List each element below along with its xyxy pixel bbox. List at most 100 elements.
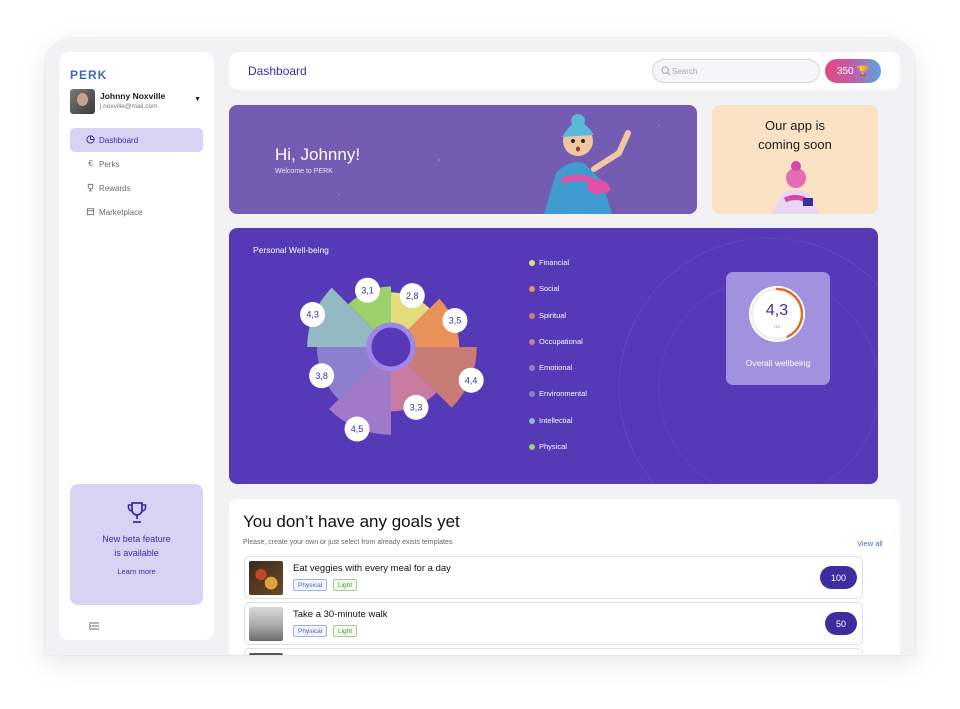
- search-icon: [661, 66, 671, 76]
- welcome-banner: Hi, Johnny! Welcome to PERK: [229, 105, 697, 214]
- sidebar-nav: Dashboard € Perks Rewards Marketplace: [70, 128, 203, 224]
- beta-title-line: New beta feature: [102, 534, 171, 544]
- search-input[interactable]: [672, 64, 812, 79]
- legend-label: Intellectial: [539, 415, 573, 425]
- goal-template-row[interactable]: Take a 30-minute walk Physical Light 50: [244, 602, 863, 645]
- legend-dot: [529, 365, 535, 372]
- tag-light: Light: [333, 625, 358, 637]
- chart-data-label-text: 3,5: [449, 316, 462, 326]
- hero-title: Hi, Johnny!: [275, 145, 361, 164]
- user-email: j.noxville@mail.com: [100, 103, 158, 110]
- euro-icon: €: [88, 159, 93, 168]
- legend-item-occupational: Occupational: [529, 337, 587, 363]
- legend-item-spiritual: Spiritual: [529, 311, 587, 337]
- tag-physical: Physical: [293, 579, 328, 591]
- goal-points-button[interactable]: 50: [825, 612, 857, 635]
- legend-label: Social: [539, 284, 560, 294]
- overall-score-max: /10: [773, 324, 781, 329]
- sidebar-item-label: Perks: [99, 159, 120, 169]
- legend-dot: [529, 338, 535, 345]
- goals-title: You don’t have any goals yet: [243, 512, 460, 531]
- legend-label: Occupational: [539, 336, 583, 346]
- avatar: [70, 89, 95, 114]
- trophy-icon: [85, 182, 96, 193]
- sidebar-item-label: Rewards: [99, 183, 131, 193]
- collapse-sidebar-icon[interactable]: [89, 622, 99, 630]
- points-badge[interactable]: 350 🏆: [825, 59, 881, 83]
- legend-dot: [529, 260, 535, 266]
- chart-legend: Financial Social Spiritual Occupational Emot…: [529, 258, 587, 468]
- sidebar-item-label: Dashboard: [99, 135, 139, 145]
- legend-item-environmental: Environmental: [529, 389, 587, 415]
- legend-label: Physical: [539, 442, 567, 452]
- app-logo[interactable]: PERK: [70, 68, 107, 82]
- legend-item-emotional: Emotional: [529, 363, 587, 389]
- top-bar: Dashboard 350 🏆: [229, 52, 900, 90]
- character-illustration: [772, 161, 819, 214]
- page-title: Dashboard: [248, 64, 307, 78]
- legend-label: Environmental: [539, 389, 587, 399]
- legend-dot: [529, 417, 535, 424]
- goals-section: You don’t have any goals yet Please, cre…: [229, 499, 900, 655]
- chart-center-hole: [366, 322, 416, 372]
- chart-data-label: 4,3: [300, 302, 326, 328]
- sidebar-item-label: Marketplace: [99, 207, 143, 217]
- legend-item-social: Social: [529, 284, 587, 310]
- legend-item-physical: Physical: [529, 442, 587, 468]
- legend-item-intellectial: Intellectial: [529, 416, 587, 442]
- pie-chart-icon: [85, 134, 96, 145]
- goal-template-row[interactable]: [244, 648, 863, 655]
- learn-more-link[interactable]: Learn more: [70, 567, 203, 576]
- chart-data-label: 3,1: [354, 277, 380, 303]
- beta-title-line: is available: [114, 548, 159, 558]
- trophy-icon: 🏆: [856, 65, 870, 77]
- chart-data-label-text: 3,1: [361, 285, 374, 295]
- beta-feature-card: New beta feature is available Learn more: [70, 484, 203, 605]
- chart-data-label: 4,5: [344, 416, 370, 442]
- chart-data-label-text: 2,8: [406, 291, 419, 301]
- points-value: 350: [836, 65, 854, 77]
- sidebar-item-perks[interactable]: € Perks: [70, 152, 203, 176]
- chart-data-label: 3,5: [442, 307, 468, 333]
- legend-label: Financial: [539, 258, 570, 267]
- veggies-photo: [249, 561, 283, 595]
- overall-score: 4,3: [765, 302, 789, 319]
- wellbeing-title: Personal Well-being: [253, 245, 329, 255]
- chart-data-label-text: 4,4: [465, 375, 478, 385]
- trophy-icon: [127, 502, 147, 523]
- chart-data-label: 3,8: [309, 363, 335, 389]
- caret-down-icon[interactable]: ▼: [194, 96, 201, 103]
- overall-label: Overall wellbeing: [745, 358, 811, 368]
- store-icon: [85, 206, 96, 217]
- sidebar-item-dashboard[interactable]: Dashboard: [70, 128, 203, 152]
- tag-physical: Physical: [293, 625, 328, 637]
- goal-photo: [249, 653, 283, 655]
- overall-wellbeing-card: 4,3 /10 Overall wellbeing: [726, 272, 830, 385]
- sidebar-item-marketplace[interactable]: Marketplace: [70, 200, 203, 224]
- wellbeing-polar-chart: 2,8 3,5 4,4 3,3 4,5 3,8 4,3 3,1: [300, 277, 484, 442]
- promo-line: coming soon: [758, 137, 832, 152]
- sidebar-item-rewards[interactable]: Rewards: [70, 176, 203, 200]
- search-box[interactable]: [652, 59, 820, 83]
- tag-light: Light: [333, 579, 358, 591]
- legend-label: Emotional: [539, 363, 573, 373]
- legend-dot: [529, 312, 535, 319]
- legend-dot: [529, 391, 535, 398]
- sidebar: PERK Johnny Noxville j.noxville@mail.com…: [59, 52, 214, 640]
- chart-data-label-text: 4,3: [306, 310, 319, 320]
- chart-data-label-text: 4,5: [351, 424, 364, 434]
- hero-subtitle: Welcome to PERK: [275, 168, 333, 175]
- legend-item-financial: Financial: [529, 258, 587, 284]
- chart-data-label: 4,4: [458, 367, 484, 393]
- goals-subtitle: Please, create your own or just select f…: [243, 539, 453, 546]
- goal-template-row[interactable]: Eat veggies with every meal for a day Ph…: [244, 556, 863, 599]
- app-coming-soon-card: Our app is coming soon: [712, 105, 878, 214]
- goal-title: Take a 30-minute walk: [293, 609, 388, 620]
- goal-points-button[interactable]: 100: [820, 566, 857, 589]
- user-menu[interactable]: Johnny Noxville j.noxville@mail.com ▼: [70, 89, 205, 115]
- chart-data-label: 2,8: [399, 283, 425, 309]
- promo-line: Our app is: [765, 118, 825, 133]
- view-all-link[interactable]: View all: [857, 539, 883, 548]
- legend-dot: [529, 444, 535, 451]
- promo-title: Our app is coming soon: [712, 116, 878, 154]
